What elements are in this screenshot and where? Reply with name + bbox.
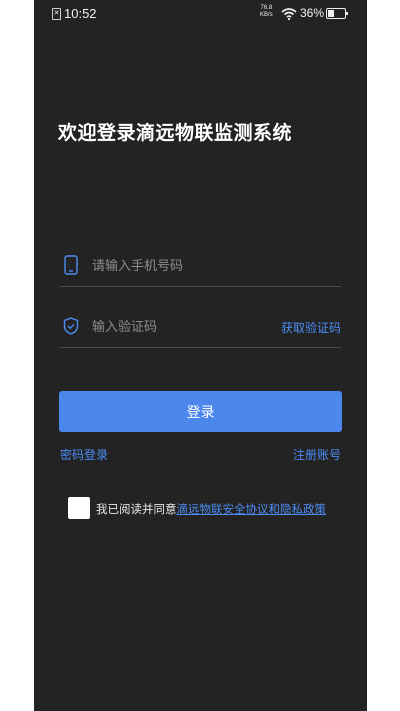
agreement-text: 我已阅读并同意滴远物联安全协议和隐私政策 (96, 501, 326, 517)
battery-icon (326, 8, 348, 19)
battery-percent: 36% (300, 6, 325, 20)
battery-nub (346, 12, 348, 15)
login-button[interactable]: 登录 (59, 391, 342, 432)
sim-card-icon: ✕ (52, 8, 61, 20)
code-field: 获取验证码 (60, 307, 341, 348)
code-input[interactable] (90, 313, 274, 341)
network-speed-unit: KB/s (260, 12, 273, 18)
page-title: 欢迎登录滴远物联监测系统 (58, 122, 293, 144)
shield-check-icon (63, 316, 79, 336)
battery-fill (328, 10, 334, 17)
wifi-icon (281, 7, 297, 25)
status-time: 10:52 (64, 6, 97, 21)
agreement-prefix: 我已阅读并同意 (96, 502, 177, 516)
phone-input[interactable] (90, 252, 274, 280)
agreement-checkbox[interactable] (68, 497, 90, 519)
phone-field (60, 246, 341, 287)
mobile-phone-icon (63, 255, 79, 275)
register-link[interactable]: 注册账号 (293, 446, 341, 463)
get-code-button[interactable]: 获取验证码 (281, 319, 341, 336)
agreement-policy-link[interactable]: 滴远物联安全协议和隐私政策 (177, 502, 327, 516)
app-screen: ✕ 10:52 76.8 KB/s 36% 欢迎登录滴远物联监测系统 请输入手机… (34, 0, 367, 711)
network-speed-value: 76.8 (260, 5, 273, 11)
password-login-link[interactable]: 密码登录 (60, 446, 108, 463)
status-bar: ✕ 10:52 76.8 KB/s 36% (34, 0, 367, 28)
network-speed: 76.8 KB/s (260, 5, 273, 19)
